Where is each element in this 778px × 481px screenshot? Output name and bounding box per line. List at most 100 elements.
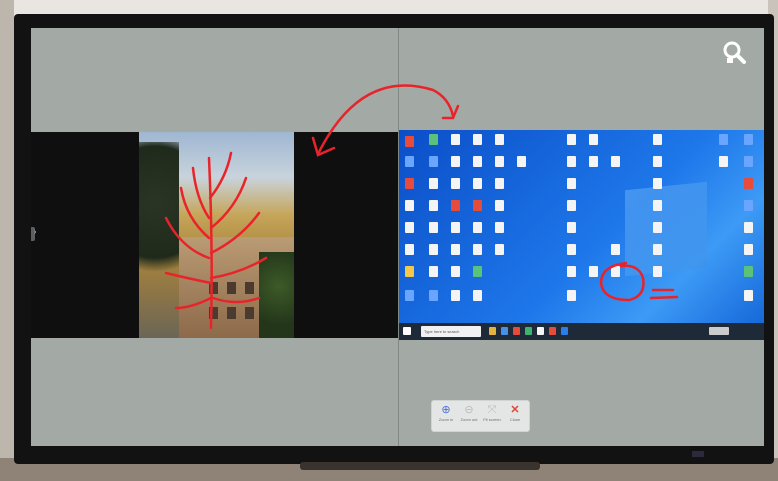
desktop-icon — [653, 134, 662, 145]
desktop-icon — [744, 244, 753, 255]
minus-magnifier-icon: ⊖ — [464, 404, 474, 416]
desktop-icon — [567, 134, 576, 145]
desktop-icon — [495, 156, 504, 167]
desktop-icon — [719, 156, 728, 167]
desktop-icon — [567, 178, 576, 189]
desktop-icon — [567, 290, 576, 301]
desktop-icon — [473, 178, 482, 189]
chevron-right-icon[interactable]: › — [34, 229, 36, 236]
taskbar-clock — [709, 327, 729, 335]
desktop-icon — [744, 222, 753, 233]
zoom-in-button[interactable]: ⊕ Zoom in — [435, 403, 457, 429]
taskbar-app-icon — [489, 327, 496, 335]
desktop-icon — [589, 266, 598, 277]
desktop-icon — [473, 244, 482, 255]
desktop-icon — [451, 178, 460, 189]
desktop-icon — [567, 156, 576, 167]
photo-window — [209, 282, 218, 294]
desktop-icon — [429, 222, 438, 233]
background-wall-left — [0, 0, 14, 481]
desktop-screenshot: Type here to search — [399, 130, 764, 340]
desktop-icon — [473, 290, 482, 301]
fit-screen-icon: ⤧ — [487, 404, 497, 416]
desktop-icon — [473, 222, 482, 233]
close-icon: ✕ — [510, 404, 520, 416]
desktop-icon — [405, 290, 414, 301]
photo-window — [209, 307, 218, 319]
desktop-icon — [405, 136, 414, 147]
photo-bush — [259, 252, 294, 338]
tv-stand — [300, 462, 540, 470]
desktop-icon — [517, 156, 526, 167]
taskbar-app-icon — [537, 327, 544, 335]
desktop-icon — [405, 178, 414, 189]
desktop-icon — [473, 266, 482, 277]
desktop-icon — [495, 200, 504, 211]
taskbar-app-icon — [549, 327, 556, 335]
tree-photo — [139, 132, 294, 338]
desktop-icon — [567, 244, 576, 255]
desktop-icon — [611, 156, 620, 167]
taskbar-app-icon — [561, 327, 568, 335]
tv-indicator — [692, 451, 704, 457]
plus-magnifier-icon: ⊕ — [441, 404, 451, 416]
desktop-icon — [611, 266, 620, 277]
taskbar-search-input: Type here to search — [421, 326, 481, 337]
desktop-icon — [653, 178, 662, 189]
desktop-icon — [429, 244, 438, 255]
desktop-icon — [451, 266, 460, 277]
desktop-icon — [405, 200, 414, 211]
desktop-icon — [429, 290, 438, 301]
desktop-icon — [653, 244, 662, 255]
desktop-icon — [567, 222, 576, 233]
search-magnifier-icon[interactable] — [721, 40, 749, 66]
taskbar-app-icon — [525, 327, 532, 335]
zoom-toolbar: ⊕ Zoom in ⊖ Zoom out ⤧ Fit screen ✕ Clos… — [431, 400, 530, 432]
desktop-icon — [451, 244, 460, 255]
desktop-icon — [473, 200, 482, 211]
photo-window — [227, 282, 236, 294]
desktop-icon — [744, 178, 753, 189]
desktop-icon — [405, 244, 414, 255]
desktop-icon — [567, 200, 576, 211]
desktop-icon — [451, 200, 460, 211]
desktop-icon — [405, 156, 414, 167]
desktop-icon — [611, 244, 620, 255]
taskbar-app-icon — [501, 327, 508, 335]
photo-window — [245, 282, 254, 294]
desktop-icon — [495, 134, 504, 145]
desktop-icon — [653, 200, 662, 211]
desktop-icon — [405, 266, 414, 277]
desktop-icon — [429, 200, 438, 211]
desktop-icon — [653, 222, 662, 233]
desktop-icon — [429, 134, 438, 145]
desktop-icon — [451, 290, 460, 301]
desktop-icon — [744, 290, 753, 301]
desktop-icon — [473, 134, 482, 145]
desktop-icon — [495, 178, 504, 189]
ink-arrow-head-right — [441, 104, 460, 120]
desktop-icon — [589, 156, 598, 167]
desktop-icon — [653, 156, 662, 167]
windows-logo-icon — [625, 181, 707, 277]
desktop-icon — [451, 222, 460, 233]
start-icon — [403, 327, 411, 335]
photo-window — [245, 307, 254, 319]
desktop-icon — [744, 134, 753, 145]
fit-screen-button[interactable]: ⤧ Fit screen — [481, 403, 503, 429]
desktop-icon — [451, 156, 460, 167]
taskbar-app-icon — [513, 327, 520, 335]
whiteboard-screen[interactable]: Type here to search › ⊕ Zoom in ⊖ Zoom o… — [31, 28, 764, 446]
desktop-icon — [405, 222, 414, 233]
zoom-in-label: Zoom in — [438, 417, 454, 422]
desktop-icon — [451, 134, 460, 145]
close-button[interactable]: ✕ Close — [504, 403, 526, 429]
desktop-icon — [744, 266, 753, 277]
desktop-icon — [429, 156, 438, 167]
fit-screen-label: Fit screen — [483, 417, 501, 422]
desktop-icon — [653, 266, 662, 277]
desktop-icon — [744, 156, 753, 167]
zoom-out-button[interactable]: ⊖ Zoom out — [458, 403, 480, 429]
desktop-icon — [429, 266, 438, 277]
desktop-icon — [744, 200, 753, 211]
